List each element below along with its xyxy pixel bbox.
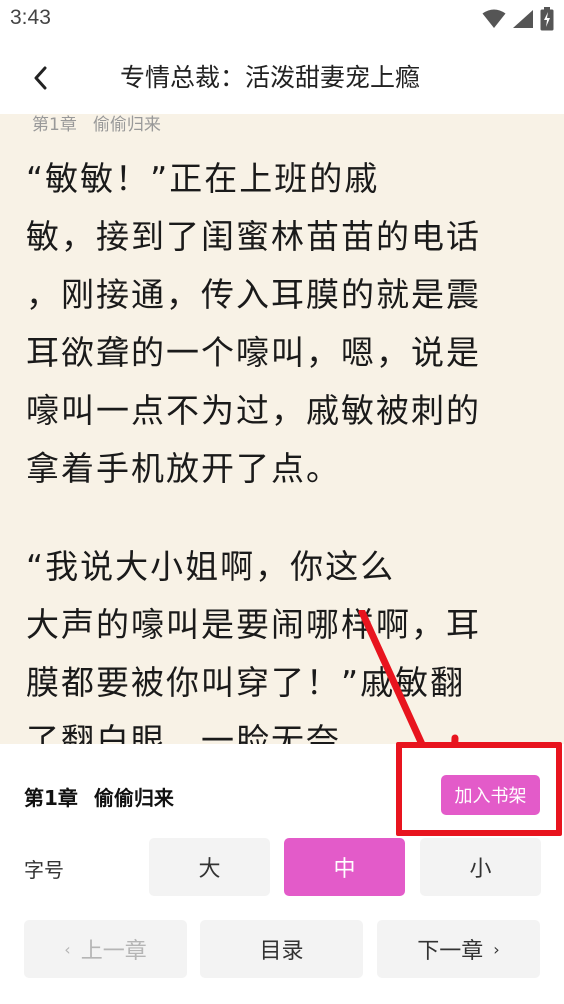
text-line: 大声的嚎叫是要闹哪样啊，耳 (26, 605, 481, 644)
nav-bar: 专情总裁：活泼甜妻宠上瘾 (0, 38, 564, 114)
text-line: “敏敏！”正在上班的戚 (26, 159, 380, 198)
panel-chapter-title: 第1章 偷偷归来 (24, 782, 174, 811)
text-line: 嚎叫一点不为过，戚敏被刺的 (26, 391, 481, 430)
chapter-content: “敏敏！”正在上班的戚 敏，接到了闺蜜林苗苗的电话 ，刚接通，传入耳膜的就是震 … (26, 150, 538, 744)
text-line: 膜都要被你叫穿了！”戚敏翻 (26, 663, 466, 702)
font-size-label: 字号 (24, 858, 64, 882)
next-chapter-label: 下一章 (417, 939, 484, 964)
chevron-right-icon: › (493, 939, 500, 959)
text-line: 敏，接到了闺蜜林苗苗的电话 (26, 217, 481, 256)
chapter-name: 偷偷归来 (93, 786, 174, 810)
font-size-medium-button[interactable]: 中 (284, 838, 405, 896)
text-line: ，刚接通，传入耳膜的就是震 (26, 275, 481, 314)
text-line: “我说大小姐啊，你这么 (26, 547, 396, 586)
status-bar: 3:43 (0, 0, 564, 38)
chevron-left-icon: ‹ (64, 939, 71, 959)
reading-area[interactable]: 第1章 偷偷归来 “敏敏！”正在上班的戚 敏，接到了闺蜜林苗苗的电话 ，刚接通，传… (0, 114, 564, 744)
battery-icon (540, 7, 554, 31)
prev-chapter-label: 上一章 (80, 939, 147, 964)
text-line: 拿着手机放开了点。 (26, 449, 341, 488)
chapter-header: 第1章 偷偷归来 (32, 114, 161, 135)
chapter-number: 第1章 (24, 786, 78, 810)
catalog-label: 目录 (259, 939, 304, 964)
status-icons (482, 7, 554, 31)
signal-icon (513, 10, 533, 28)
add-to-bookshelf-button[interactable]: 加入书架 (441, 775, 540, 815)
back-chevron-icon (34, 66, 47, 90)
paragraph: “敏敏！”正在上班的戚 敏，接到了闺蜜林苗苗的电话 ，刚接通，传入耳膜的就是震 … (26, 150, 538, 498)
prev-chapter-button[interactable]: ‹ 上一章 (24, 920, 187, 978)
wifi-icon (482, 9, 506, 28)
paragraph: “我说大小姐啊，你这么 大声的嚎叫是要闹哪样啊，耳 膜都要被你叫穿了！”戚敏翻 … (26, 538, 538, 744)
font-size-large-button[interactable]: 大 (149, 838, 270, 896)
next-chapter-button[interactable]: 下一章 › (377, 920, 540, 978)
reader-settings-panel: 第1章 偷偷归来 加入书架 字号 大 中 小 ‹ 上一章 目录 下一章 › (0, 742, 564, 1004)
text-line: 了翻白眼，一脸无奈。 (26, 721, 376, 744)
back-button[interactable] (22, 58, 58, 98)
text-line: 耳欲聋的一个嚎叫，嗯，说是 (26, 333, 481, 372)
chapter-number: 第1章 (32, 115, 77, 135)
font-size-small-button[interactable]: 小 (420, 838, 541, 896)
status-time: 3:43 (10, 6, 51, 29)
chapter-name: 偷偷归来 (92, 115, 161, 135)
catalog-button[interactable]: 目录 (200, 920, 363, 978)
book-title: 专情总裁：活泼甜妻宠上瘾 (120, 63, 421, 92)
